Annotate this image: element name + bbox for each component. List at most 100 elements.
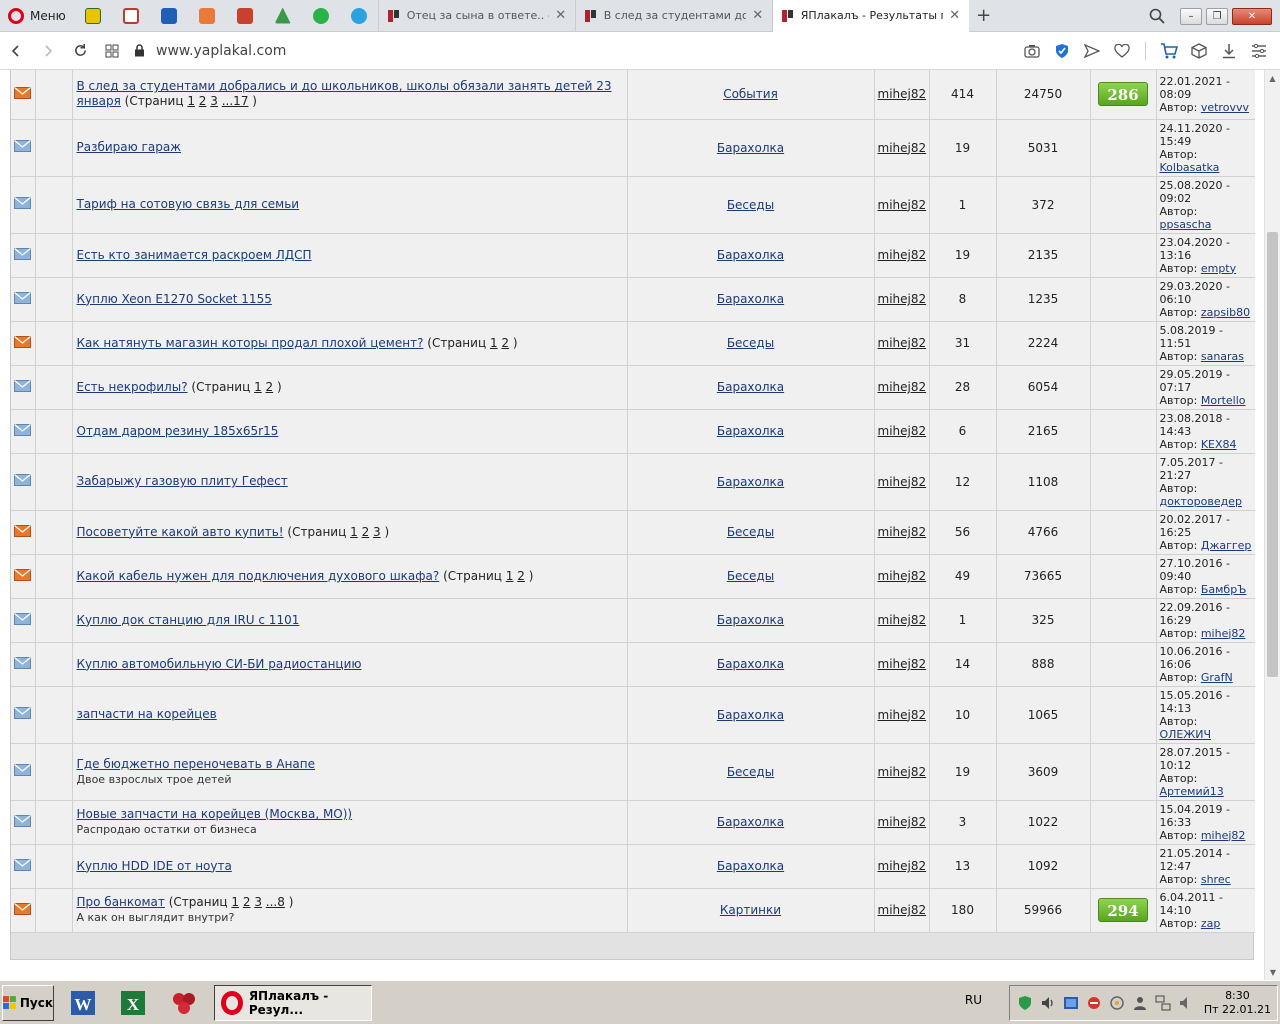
last-post-author-link[interactable]: sanaras <box>1201 350 1244 363</box>
forum-link[interactable]: Картинки <box>720 903 781 917</box>
last-post-author-link[interactable]: ppsascha <box>1160 218 1212 231</box>
page-link[interactable]: 1 <box>231 895 239 909</box>
topic-title-link[interactable]: Куплю HDD IDE от ноута <box>77 859 232 873</box>
close-tab-icon[interactable]: ✕ <box>752 8 764 23</box>
topic-title-link[interactable]: Есть кто занимается раскроем ЛДСП <box>77 248 312 262</box>
last-post-author-link[interactable]: Джаггер <box>1201 539 1252 552</box>
network-icon[interactable] <box>1062 994 1080 1012</box>
last-post-author-link[interactable]: доктороведер <box>1160 495 1242 508</box>
forum-link[interactable]: Барахолка <box>717 424 784 438</box>
page-link[interactable]: 1 <box>350 525 358 539</box>
downloads-icon[interactable] <box>1216 32 1242 70</box>
page-link[interactable]: 1 <box>506 569 514 583</box>
forum-link[interactable]: Беседы <box>727 198 774 212</box>
lock-icon[interactable] <box>128 44 150 57</box>
new-tab-button[interactable]: + <box>969 0 999 32</box>
volume-speaker-icon[interactable] <box>1039 994 1057 1012</box>
forum-link[interactable]: Барахолка <box>717 380 784 394</box>
topic-title-link[interactable]: Где бюджетно переночевать в Анапе <box>77 757 316 771</box>
author-link[interactable]: mihej82 <box>878 292 927 306</box>
word-icon[interactable]: W <box>64 985 104 1021</box>
sound-icon[interactable] <box>1177 994 1195 1012</box>
author-link[interactable]: mihej82 <box>878 525 927 539</box>
opera-menu-button[interactable]: Меню <box>0 0 74 32</box>
topic-title-link[interactable]: Куплю Xeon E1270 Socket 1155 <box>77 292 272 306</box>
author-link[interactable]: mihej82 <box>878 380 927 394</box>
pinned-site-gov-icon[interactable] <box>74 0 112 32</box>
pinned-site-region-icon[interactable] <box>188 0 226 32</box>
topic-title-link[interactable]: Посоветуйте какой авто купить! <box>77 525 284 539</box>
author-link[interactable]: mihej82 <box>878 657 927 671</box>
page-link[interactable]: 2 <box>501 336 509 350</box>
last-post-author-link[interactable]: KEX84 <box>1201 438 1237 451</box>
page-link[interactable]: 1 <box>490 336 498 350</box>
share-send-icon[interactable] <box>1079 32 1105 70</box>
page-link[interactable]: 3 <box>373 525 381 539</box>
excel-icon[interactable]: X <box>114 985 154 1021</box>
extensions-cube-icon[interactable] <box>1186 32 1212 70</box>
topic-title-link[interactable]: Новые запчасти на корейцев (Москва, МО)) <box>77 807 353 821</box>
last-post-author-link[interactable]: empty <box>1201 262 1236 275</box>
tab-3-active[interactable]: ЯПлакалъ - Результаты поис ✕ <box>771 0 969 32</box>
antivirus-shield-icon[interactable] <box>1016 994 1034 1012</box>
author-link[interactable]: mihej82 <box>878 198 927 212</box>
last-post-author-link[interactable]: zap <box>1201 917 1221 930</box>
bookmark-heart-icon[interactable] <box>1109 32 1135 70</box>
last-post-author-link[interactable]: zapsib80 <box>1201 306 1250 319</box>
easy-setup-menu-icon[interactable] <box>1246 32 1272 70</box>
topic-title-link[interactable]: Про банкомат <box>77 895 165 909</box>
forum-link[interactable]: Барахолка <box>717 613 784 627</box>
author-link[interactable]: mihej82 <box>878 903 927 917</box>
update-icon[interactable] <box>1085 994 1103 1012</box>
page-link[interactable]: ...17 <box>222 94 249 108</box>
topic-title-link[interactable]: Тариф на сотовую связь для семьи <box>77 197 300 211</box>
topic-title-link[interactable]: Как натянуть магазин которы продал плохо… <box>77 336 424 350</box>
language-indicator[interactable]: RU <box>965 993 982 1007</box>
pinned-site-tree-icon[interactable] <box>264 0 302 32</box>
author-link[interactable]: mihej82 <box>878 141 927 155</box>
close-window-icon[interactable]: ✕ <box>1232 7 1272 25</box>
users-icon[interactable] <box>1131 994 1149 1012</box>
pinned-site-crest-icon[interactable] <box>226 0 264 32</box>
last-post-author-link[interactable]: Mortello <box>1201 394 1246 407</box>
author-link[interactable]: mihej82 <box>878 87 927 101</box>
pinned-site-telegram-icon[interactable] <box>340 0 378 32</box>
page-link[interactable]: 1 <box>187 94 195 108</box>
scrollbar-thumb[interactable] <box>1267 232 1278 677</box>
url-field[interactable]: www.yaplakal.com <box>156 43 286 59</box>
topic-title-link[interactable]: Куплю док станцию для IRU с 1101 <box>77 613 300 627</box>
page-link[interactable]: ...8 <box>266 895 285 909</box>
forum-link[interactable]: Барахолка <box>717 141 784 155</box>
page-link[interactable]: 3 <box>210 94 218 108</box>
pinned-site-green-icon[interactable] <box>302 0 340 32</box>
page-link[interactable]: 2 <box>199 94 207 108</box>
forward-arrow-icon[interactable] <box>32 32 64 70</box>
last-post-author-link[interactable]: GrafN <box>1201 671 1233 684</box>
forum-link[interactable]: Беседы <box>727 569 774 583</box>
forum-link[interactable]: Барахолка <box>717 815 784 829</box>
shopping-cart-icon[interactable] <box>1156 32 1182 70</box>
page-link[interactable]: 1 <box>254 380 262 394</box>
forum-link[interactable]: Беседы <box>727 765 774 779</box>
author-link[interactable]: mihej82 <box>878 613 927 627</box>
author-link[interactable]: mihej82 <box>878 424 927 438</box>
reload-icon[interactable] <box>64 32 96 70</box>
topic-title-link[interactable]: запчасти на корейцев <box>77 707 217 721</box>
topic-title-link[interactable]: Куплю автомобильную СИ-БИ радиостанцию <box>77 657 362 671</box>
page-link[interactable]: 2 <box>243 895 251 909</box>
topic-title-link[interactable]: Отдам даром резину 185х65r15 <box>77 424 279 438</box>
flower-app-icon[interactable] <box>164 985 204 1021</box>
start-button[interactable]: Пуск <box>2 984 54 1021</box>
last-post-author-link[interactable]: vetrovvv <box>1201 101 1249 114</box>
page-link[interactable]: 3 <box>254 895 262 909</box>
author-link[interactable]: mihej82 <box>878 248 927 262</box>
speed-dial-grid-icon[interactable] <box>96 32 128 70</box>
last-post-author-link[interactable]: shrec <box>1201 873 1231 886</box>
forum-link[interactable]: Барахолка <box>717 248 784 262</box>
page-link[interactable]: 2 <box>362 525 370 539</box>
page-link[interactable]: 2 <box>517 569 525 583</box>
tab-search-icon[interactable] <box>1134 0 1180 32</box>
topic-title-link[interactable]: Разбираю гараж <box>77 140 182 154</box>
topic-title-link[interactable]: Забарыжу газовую плиту Гефест <box>77 474 288 488</box>
scroll-up-arrow-icon[interactable]: ▲ <box>1265 70 1280 86</box>
